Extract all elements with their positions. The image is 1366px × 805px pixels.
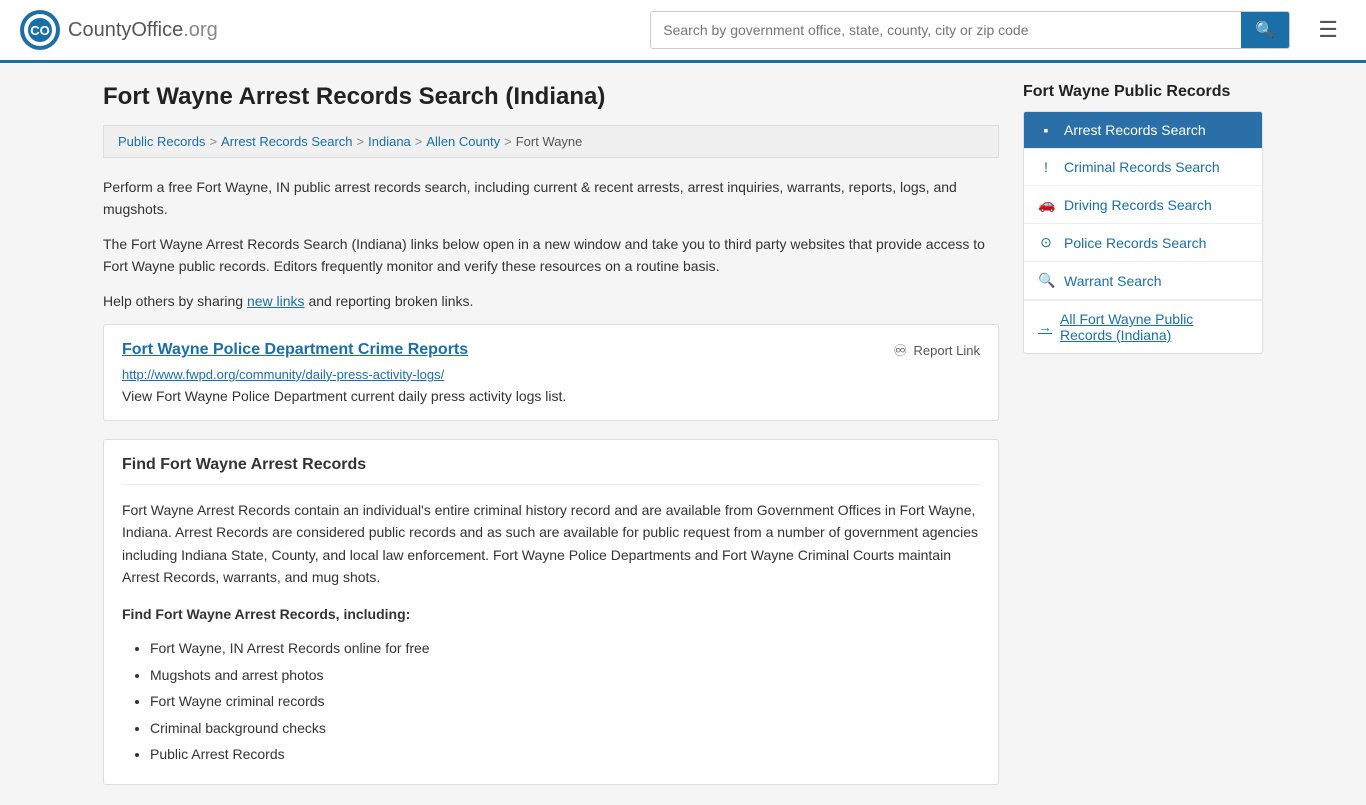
page-title: Fort Wayne Arrest Records Search (Indian… — [103, 83, 999, 111]
warrant-search-icon: 🔍 — [1038, 272, 1054, 289]
find-section-subtitle: Find Fort Wayne Arrest Records, includin… — [122, 603, 980, 625]
find-section-list: Fort Wayne, IN Arrest Records online for… — [122, 635, 980, 768]
sidebar-item-criminal-records-search[interactable]: ! Criminal Records Search — [1024, 149, 1262, 186]
content-area: Fort Wayne Arrest Records Search (Indian… — [103, 83, 999, 785]
sidebar-item-label: Criminal Records Search — [1064, 159, 1220, 175]
sidebar-item-label: Police Records Search — [1064, 235, 1206, 251]
breadcrumb-public-records[interactable]: Public Records — [118, 134, 205, 149]
link-card-title[interactable]: Fort Wayne Police Department Crime Repor… — [122, 341, 468, 359]
criminal-records-search-icon: ! — [1038, 159, 1054, 175]
police-records-search-icon: ⊙ — [1038, 234, 1054, 251]
sidebar-item-warrant-search[interactable]: 🔍 Warrant Search — [1024, 262, 1262, 300]
report-icon: ♾ — [893, 341, 907, 361]
breadcrumb-indiana[interactable]: Indiana — [368, 134, 411, 149]
report-link-button[interactable]: ♾ Report Link — [893, 341, 980, 361]
find-section-paragraph: Fort Wayne Arrest Records contain an ind… — [122, 499, 980, 589]
new-links-link[interactable]: new links — [247, 293, 305, 309]
search-button[interactable]: 🔍 — [1241, 12, 1289, 48]
find-section-title: Find Fort Wayne Arrest Records — [122, 456, 980, 485]
sidebar-item-police-records-search[interactable]: ⊙ Police Records Search — [1024, 224, 1262, 262]
sidebar: Fort Wayne Public Records ▪ Arrest Record… — [1023, 83, 1263, 785]
list-item: Mugshots and arrest photos — [150, 662, 980, 689]
sidebar-item-arrest-records-search[interactable]: ▪ Arrest Records Search — [1024, 112, 1262, 149]
search-bar: 🔍 — [650, 11, 1290, 49]
breadcrumb-fort-wayne: Fort Wayne — [516, 134, 583, 149]
sidebar-item-label: Arrest Records Search — [1064, 122, 1206, 138]
find-section: Find Fort Wayne Arrest Records Fort Wayn… — [103, 439, 999, 785]
list-item: Fort Wayne, IN Arrest Records online for… — [150, 635, 980, 662]
link-card-description: View Fort Wayne Police Department curren… — [122, 388, 980, 404]
arrow-icon: → — [1038, 319, 1052, 335]
intro-paragraph-2: The Fort Wayne Arrest Records Search (In… — [103, 233, 999, 278]
link-card-header: Fort Wayne Police Department Crime Repor… — [122, 341, 980, 361]
svg-text:CO: CO — [30, 23, 50, 38]
menu-button[interactable]: ☰ — [1310, 13, 1346, 47]
list-item: Fort Wayne criminal records — [150, 688, 980, 715]
header: CO CountyOffice.org 🔍 ☰ — [0, 0, 1366, 63]
sidebar-item-label: Driving Records Search — [1064, 197, 1212, 213]
breadcrumb-arrest-records-search[interactable]: Arrest Records Search — [221, 134, 353, 149]
sidebar-nav: ▪ Arrest Records Search! Criminal Records … — [1023, 111, 1263, 354]
intro-paragraph-1: Perform a free Fort Wayne, IN public arr… — [103, 176, 999, 221]
list-item: Criminal background checks — [150, 715, 980, 742]
sidebar-item-driving-records-search[interactable]: 🚗 Driving Records Search — [1024, 186, 1262, 224]
sidebar-all-records-link[interactable]: → All Fort Wayne Public Records (Indiana) — [1024, 300, 1262, 353]
search-input[interactable] — [651, 12, 1241, 48]
sidebar-all-records-label: All Fort Wayne Public Records (Indiana) — [1060, 311, 1248, 343]
breadcrumb: Public Records > Arrest Records Search >… — [103, 125, 999, 158]
main-container: Fort Wayne Arrest Records Search (Indian… — [83, 63, 1283, 805]
driving-records-search-icon: 🚗 — [1038, 196, 1054, 213]
logo-text: CountyOffice.org — [68, 19, 218, 42]
list-item: Public Arrest Records — [150, 741, 980, 768]
intro-paragraph-3: Help others by sharing new links and rep… — [103, 290, 999, 312]
link-card-url[interactable]: http://www.fwpd.org/community/daily-pres… — [122, 367, 980, 382]
arrest-records-search-icon: ▪ — [1038, 122, 1054, 138]
logo-icon: CO — [20, 10, 60, 50]
link-card: Fort Wayne Police Department Crime Repor… — [103, 324, 999, 421]
breadcrumb-allen-county[interactable]: Allen County — [426, 134, 500, 149]
sidebar-item-label: Warrant Search — [1064, 273, 1162, 289]
logo[interactable]: CO CountyOffice.org — [20, 10, 218, 50]
sidebar-title: Fort Wayne Public Records — [1023, 83, 1263, 101]
